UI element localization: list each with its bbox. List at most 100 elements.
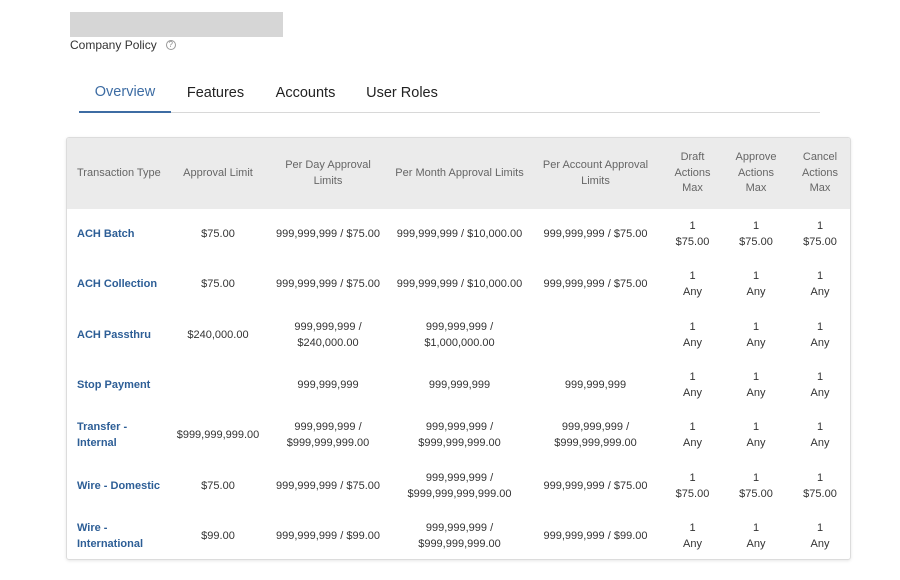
draft-amount: $75.00 [675,487,710,500]
cancel-amount: Any [810,537,830,550]
draft-actions-cell: 1 Any [661,360,724,410]
approve-actions-cell: 1 Any [724,259,788,309]
cancel-amount: Any [810,336,830,349]
draft-count: 1 [689,371,696,384]
column-header-approve-actions[interactable]: Approve Actions Max [724,138,788,209]
approve-amount: Any [746,286,766,299]
approve-amount: $75.00 [739,487,773,500]
draft-actions-cell: 1 $75.00 [661,460,724,510]
approval-limit-cell: $75.00 [201,228,235,241]
draft-count: 1 [689,270,696,283]
draft-amount: Any [683,437,702,450]
approval-limit-cell: $99.00 [201,529,235,542]
transaction-type-link[interactable]: ACH Passthru [67,310,169,360]
approval-limit-cell: $240,000.00 [187,328,249,341]
cancel-amount: Any [810,286,830,299]
approve-amount: Any [746,537,766,550]
per-account-cell: 999,999,999 / $75.00 [543,479,648,492]
per-month-cell: 999,999,999 / $10,000.00 [396,228,523,241]
approve-count: 1 [752,320,760,333]
cancel-count: 1 [816,270,824,283]
cancel-actions-cell: 1 Any [788,410,850,460]
tab-overview[interactable]: Overview [79,73,171,113]
cancel-count: 1 [816,521,824,534]
column-header-cancel-actions[interactable]: Cancel Actions Max [788,138,850,209]
draft-count: 1 [689,320,696,333]
draft-count: 1 [689,220,696,233]
per-month-cell: 999,999,999 / $10,000.00 [396,278,523,291]
approve-amount: Any [746,437,766,450]
column-header-transaction-type[interactable]: Transaction Type [67,138,169,209]
draft-actions-cell: 1 Any [661,259,724,309]
per-account-cell: 999,999,999 / $75.00 [543,228,648,241]
column-header-per-day[interactable]: Per Day Approval Limits [267,138,389,209]
per-day-cell: 999,999,999 [297,379,359,392]
per-account-cell: 999,999,999 [564,379,627,392]
per-month-cell: 999,999,999 / $1,000,000.00 [424,320,495,349]
column-header-draft-actions[interactable]: Draft Actions Max [661,138,724,209]
transaction-type-link[interactable]: Wire - International [67,511,169,559]
approve-actions-cell: 1 Any [724,410,788,460]
tab-bar: Overview Features Accounts User Roles [79,73,820,113]
table-row: Transfer - Internal $999,999,999.00 999,… [67,410,850,460]
per-month-cell: 999,999,999 / $999,999,999.00 [418,521,501,550]
approve-actions-cell: 1 $75.00 [724,209,788,259]
table-row: Wire - Domestic $75.00 999,999,999 / $75… [67,460,850,510]
cancel-amount: Any [810,387,830,400]
transaction-type-link[interactable]: Stop Payment [67,360,169,410]
draft-amount: $75.00 [675,236,710,249]
cancel-count: 1 [816,421,824,434]
per-account-cell: 999,999,999 / $99.00 [543,529,648,542]
per-account-cell: 999,999,999 / $75.00 [543,278,648,291]
page-subtitle: Company Policy ? [70,38,176,52]
cancel-actions-cell: 1 Any [788,511,850,559]
cancel-count: 1 [816,320,824,333]
per-day-cell: 999,999,999 / $999,999,999.00 [286,421,370,450]
column-header-per-account[interactable]: Per Account Approval Limits [530,138,661,209]
per-month-cell: 999,999,999 / $999,999,999.00 [418,421,501,450]
cancel-amount: Any [810,437,830,450]
approval-limit-cell: $999,999,999.00 [176,429,260,442]
cancel-count: 1 [816,471,824,484]
table-row: ACH Collection $75.00 999,999,999 / $75.… [67,259,850,309]
cancel-actions-cell: 1 Any [788,310,850,360]
transaction-type-link[interactable]: ACH Batch [67,209,169,259]
draft-amount: Any [683,336,702,349]
column-header-per-month[interactable]: Per Month Approval Limits [389,138,530,209]
transaction-type-link[interactable]: ACH Collection [67,259,169,309]
transaction-type-link[interactable]: Transfer - Internal [67,410,169,460]
cancel-actions-cell: 1 $75.00 [788,209,850,259]
approve-actions-cell: 1 Any [724,360,788,410]
transaction-type-link[interactable]: Wire - Domestic [67,460,169,510]
redacted-company-name [70,12,283,37]
draft-count: 1 [689,421,696,434]
cancel-actions-cell: 1 Any [788,259,850,309]
approval-limit-cell: $75.00 [201,278,235,291]
approve-actions-cell: 1 Any [724,310,788,360]
per-day-cell: 999,999,999 / $240,000.00 [294,320,362,349]
page: Company Policy ? Overview Features Accou… [0,0,900,580]
approve-count: 1 [752,270,760,283]
cancel-actions-cell: 1 $75.00 [788,460,850,510]
tab-accounts[interactable]: Accounts [260,73,351,113]
per-account-cell [530,310,661,360]
approve-count: 1 [752,521,760,534]
column-header-approval-limit[interactable]: Approval Limit [169,138,267,209]
policy-table-card: Transaction Type Approval Limit Per Day … [66,137,851,560]
help-icon[interactable]: ? [165,40,176,50]
draft-amount: Any [683,537,702,550]
tab-features[interactable]: Features [171,73,260,113]
table-row: ACH Passthru $240,000.00 999,999,999 / $… [67,310,850,360]
per-account-cell: 999,999,999 / $999,999,999.00 [554,421,637,450]
draft-amount: Any [683,387,702,400]
table-row: ACH Batch $75.00 999,999,999 / $75.00 99… [67,209,850,259]
draft-actions-cell: 1 $75.00 [661,209,724,259]
draft-count: 1 [689,521,696,534]
per-day-cell: 999,999,999 / $75.00 [276,479,380,492]
tab-user-roles[interactable]: User Roles [351,73,453,113]
approval-limit-cell: $75.00 [201,479,235,492]
table-body: ACH Batch $75.00 999,999,999 / $75.00 99… [67,209,850,559]
cancel-amount: $75.00 [803,236,837,249]
per-month-cell: 999,999,999 [428,379,491,392]
approve-actions-cell: 1 Any [724,511,788,559]
